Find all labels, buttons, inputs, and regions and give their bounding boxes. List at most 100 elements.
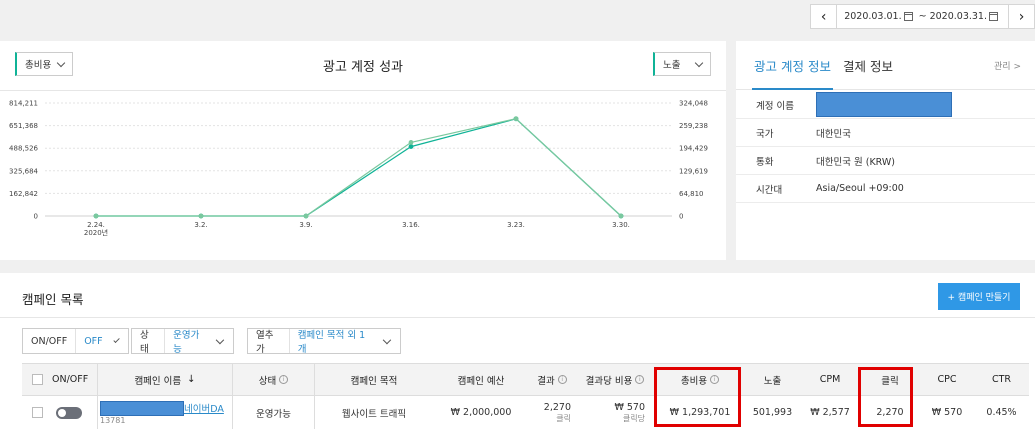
row-toggle-cell (52, 396, 98, 429)
row-select-cell (22, 396, 52, 429)
account-row-currency: 통화 대한민국 원 (KRW) (736, 147, 1035, 175)
account-row-timezone: 시간대 Asia/Seoul +09:00 (736, 175, 1035, 203)
header-cpc: CPC (937, 374, 957, 385)
y-left-tick-label: 0 (34, 213, 38, 221)
header-cpm: CPM (819, 374, 841, 385)
account-row-value: 대한민국 원 (KRW) (816, 156, 895, 168)
date-separator: ~ (918, 11, 927, 22)
end-date: 2020.03.31. (929, 11, 987, 22)
account-row-value: 대한민국 (816, 128, 851, 140)
account-info-panel: 광고 계정 정보 결제 정보 관리 > 계정 이름 국가 대한민국 통화 대한민… (736, 41, 1035, 260)
account-row-value: Asia/Seoul +09:00 (816, 183, 904, 194)
campaign-onoff-toggle[interactable] (56, 406, 82, 419)
x-tick-label: 2.24. (87, 221, 105, 229)
chevron-down-icon (112, 336, 120, 343)
status-filter[interactable]: 상태 운영가능 (131, 328, 234, 355)
x-tick-label: 3.30. (612, 221, 630, 229)
header-result-label: 결과 (537, 375, 555, 387)
tab-account-info[interactable]: 광고 계정 정보 (752, 56, 833, 90)
header-budget: 캠페인 예산 (457, 375, 505, 387)
account-row-key: 통화 (756, 156, 774, 168)
add-column-value-text: 캠페인 목적 외 1 개 (297, 330, 366, 355)
y-right-tick-label: 0 (679, 213, 683, 221)
row-checkbox[interactable] (31, 407, 43, 418)
y-right-tick-label: 129,619 (679, 167, 708, 175)
header-status: 상태 i (233, 364, 315, 395)
row-result: 2,270 클릭 (529, 396, 575, 429)
calendar-icon[interactable] (903, 12, 913, 21)
onoff-filter-label: ON/OFF (31, 335, 68, 347)
info-icon[interactable]: i (635, 375, 645, 384)
add-column-filter[interactable]: 열추가 캠페인 목적 외 1 개 (247, 328, 401, 355)
campaign-name-redacted (100, 400, 184, 416)
campaign-name-link[interactable]: 네이버DA (184, 401, 224, 415)
row-campaign-name[interactable]: 네이버DA 13781 (98, 396, 233, 429)
row-cpm: ₩ 2,577 (810, 407, 850, 418)
add-column-value: 캠페인 목적 외 1 개 (288, 329, 379, 355)
clicks-highlight (858, 367, 913, 427)
data-point (408, 144, 414, 150)
status-filter-value: 운영가능 (164, 329, 211, 355)
chevron-down-icon (694, 58, 704, 68)
row-cost-per-result-unit: 클릭당 (622, 413, 645, 423)
row-impressions: 501,993 (752, 407, 793, 418)
row-result-unit: 클릭 (556, 413, 571, 423)
select-all-cell (22, 364, 52, 395)
header-status-label: 상태 (258, 375, 277, 387)
divider (0, 317, 1035, 318)
account-tabs: 광고 계정 정보 결제 정보 관리 > (736, 41, 1035, 90)
x-tick-label: 3.16. (402, 221, 420, 229)
create-campaign-button[interactable]: + 캠페인 만들기 (938, 283, 1020, 310)
header-campaign-name-label: 캠페인 이름 (134, 375, 182, 387)
info-icon[interactable]: i (279, 375, 289, 384)
row-result-value: 2,270 (543, 401, 571, 413)
y-left-tick-label: 814,211 (9, 100, 38, 108)
account-row-key: 국가 (756, 128, 774, 140)
manage-link[interactable]: 관리 > (994, 59, 1021, 72)
header-campaign-name[interactable]: 캠페인 이름 ↓ (98, 364, 233, 395)
date-range-display[interactable]: 2020.03.01. ~ 2020.03.31. (837, 5, 1008, 28)
campaign-id: 13781 (100, 415, 126, 425)
row-cost-per-result-value: ₩ 570 (614, 401, 645, 413)
header-cost-per-result-label: 결과당 비용 (585, 375, 633, 387)
status-filter-label: 상태 (140, 330, 149, 355)
right-metric-value: 노출 (663, 60, 681, 71)
chevron-down-icon (216, 335, 225, 344)
series-line (96, 118, 622, 217)
x-tick-label: 3.2. (194, 221, 207, 229)
account-row-key: 시간대 (756, 184, 783, 196)
onoff-filter-value: OFF (75, 329, 108, 353)
campaign-list-title: 캠페인 목록 (22, 292, 84, 307)
header-cost-per-result: 결과당 비용 i (575, 364, 655, 395)
y-left-tick-label: 651,368 (9, 122, 38, 130)
add-column-label: 열추가 (256, 330, 274, 355)
series-line (96, 118, 622, 217)
data-point (618, 213, 624, 219)
row-objective: 웹사이트 트래픽 (341, 408, 407, 420)
right-metric-select[interactable]: 노출 (653, 52, 711, 76)
date-range-picker[interactable]: ‹ 2020.03.01. ~ 2020.03.31. › (810, 4, 1035, 29)
header-result: 결과 i (529, 364, 575, 395)
next-period-button[interactable]: › (1008, 5, 1034, 28)
onoff-filter[interactable]: ON/OFF OFF (22, 328, 129, 354)
y-left-tick-label: 325,684 (9, 167, 38, 175)
tab-billing-info[interactable]: 결제 정보 (843, 56, 893, 75)
status-filter-value-text: 운영가능 (173, 330, 200, 355)
data-point (198, 213, 204, 219)
chevron-left-icon: ‹ (820, 8, 827, 25)
row-cpc: ₩ 570 (931, 407, 963, 418)
sort-down-icon[interactable]: ↓ (187, 374, 195, 385)
data-point (513, 116, 519, 122)
y-left-tick-label: 488,526 (9, 145, 38, 153)
header-onoff: ON/OFF (52, 364, 98, 395)
header-impressions: 노출 (763, 375, 782, 387)
calendar-icon[interactable] (989, 12, 998, 21)
prev-period-button[interactable]: ‹ (811, 5, 838, 28)
data-point (93, 213, 99, 219)
row-status: 운영가능 (233, 396, 315, 429)
header-objective: 캠페인 목적 (350, 375, 398, 387)
info-icon[interactable]: i (557, 375, 567, 384)
total-cost-highlight (654, 367, 741, 427)
account-row-country: 국가 대한민국 (736, 119, 1035, 147)
select-all-checkbox[interactable] (31, 374, 43, 385)
